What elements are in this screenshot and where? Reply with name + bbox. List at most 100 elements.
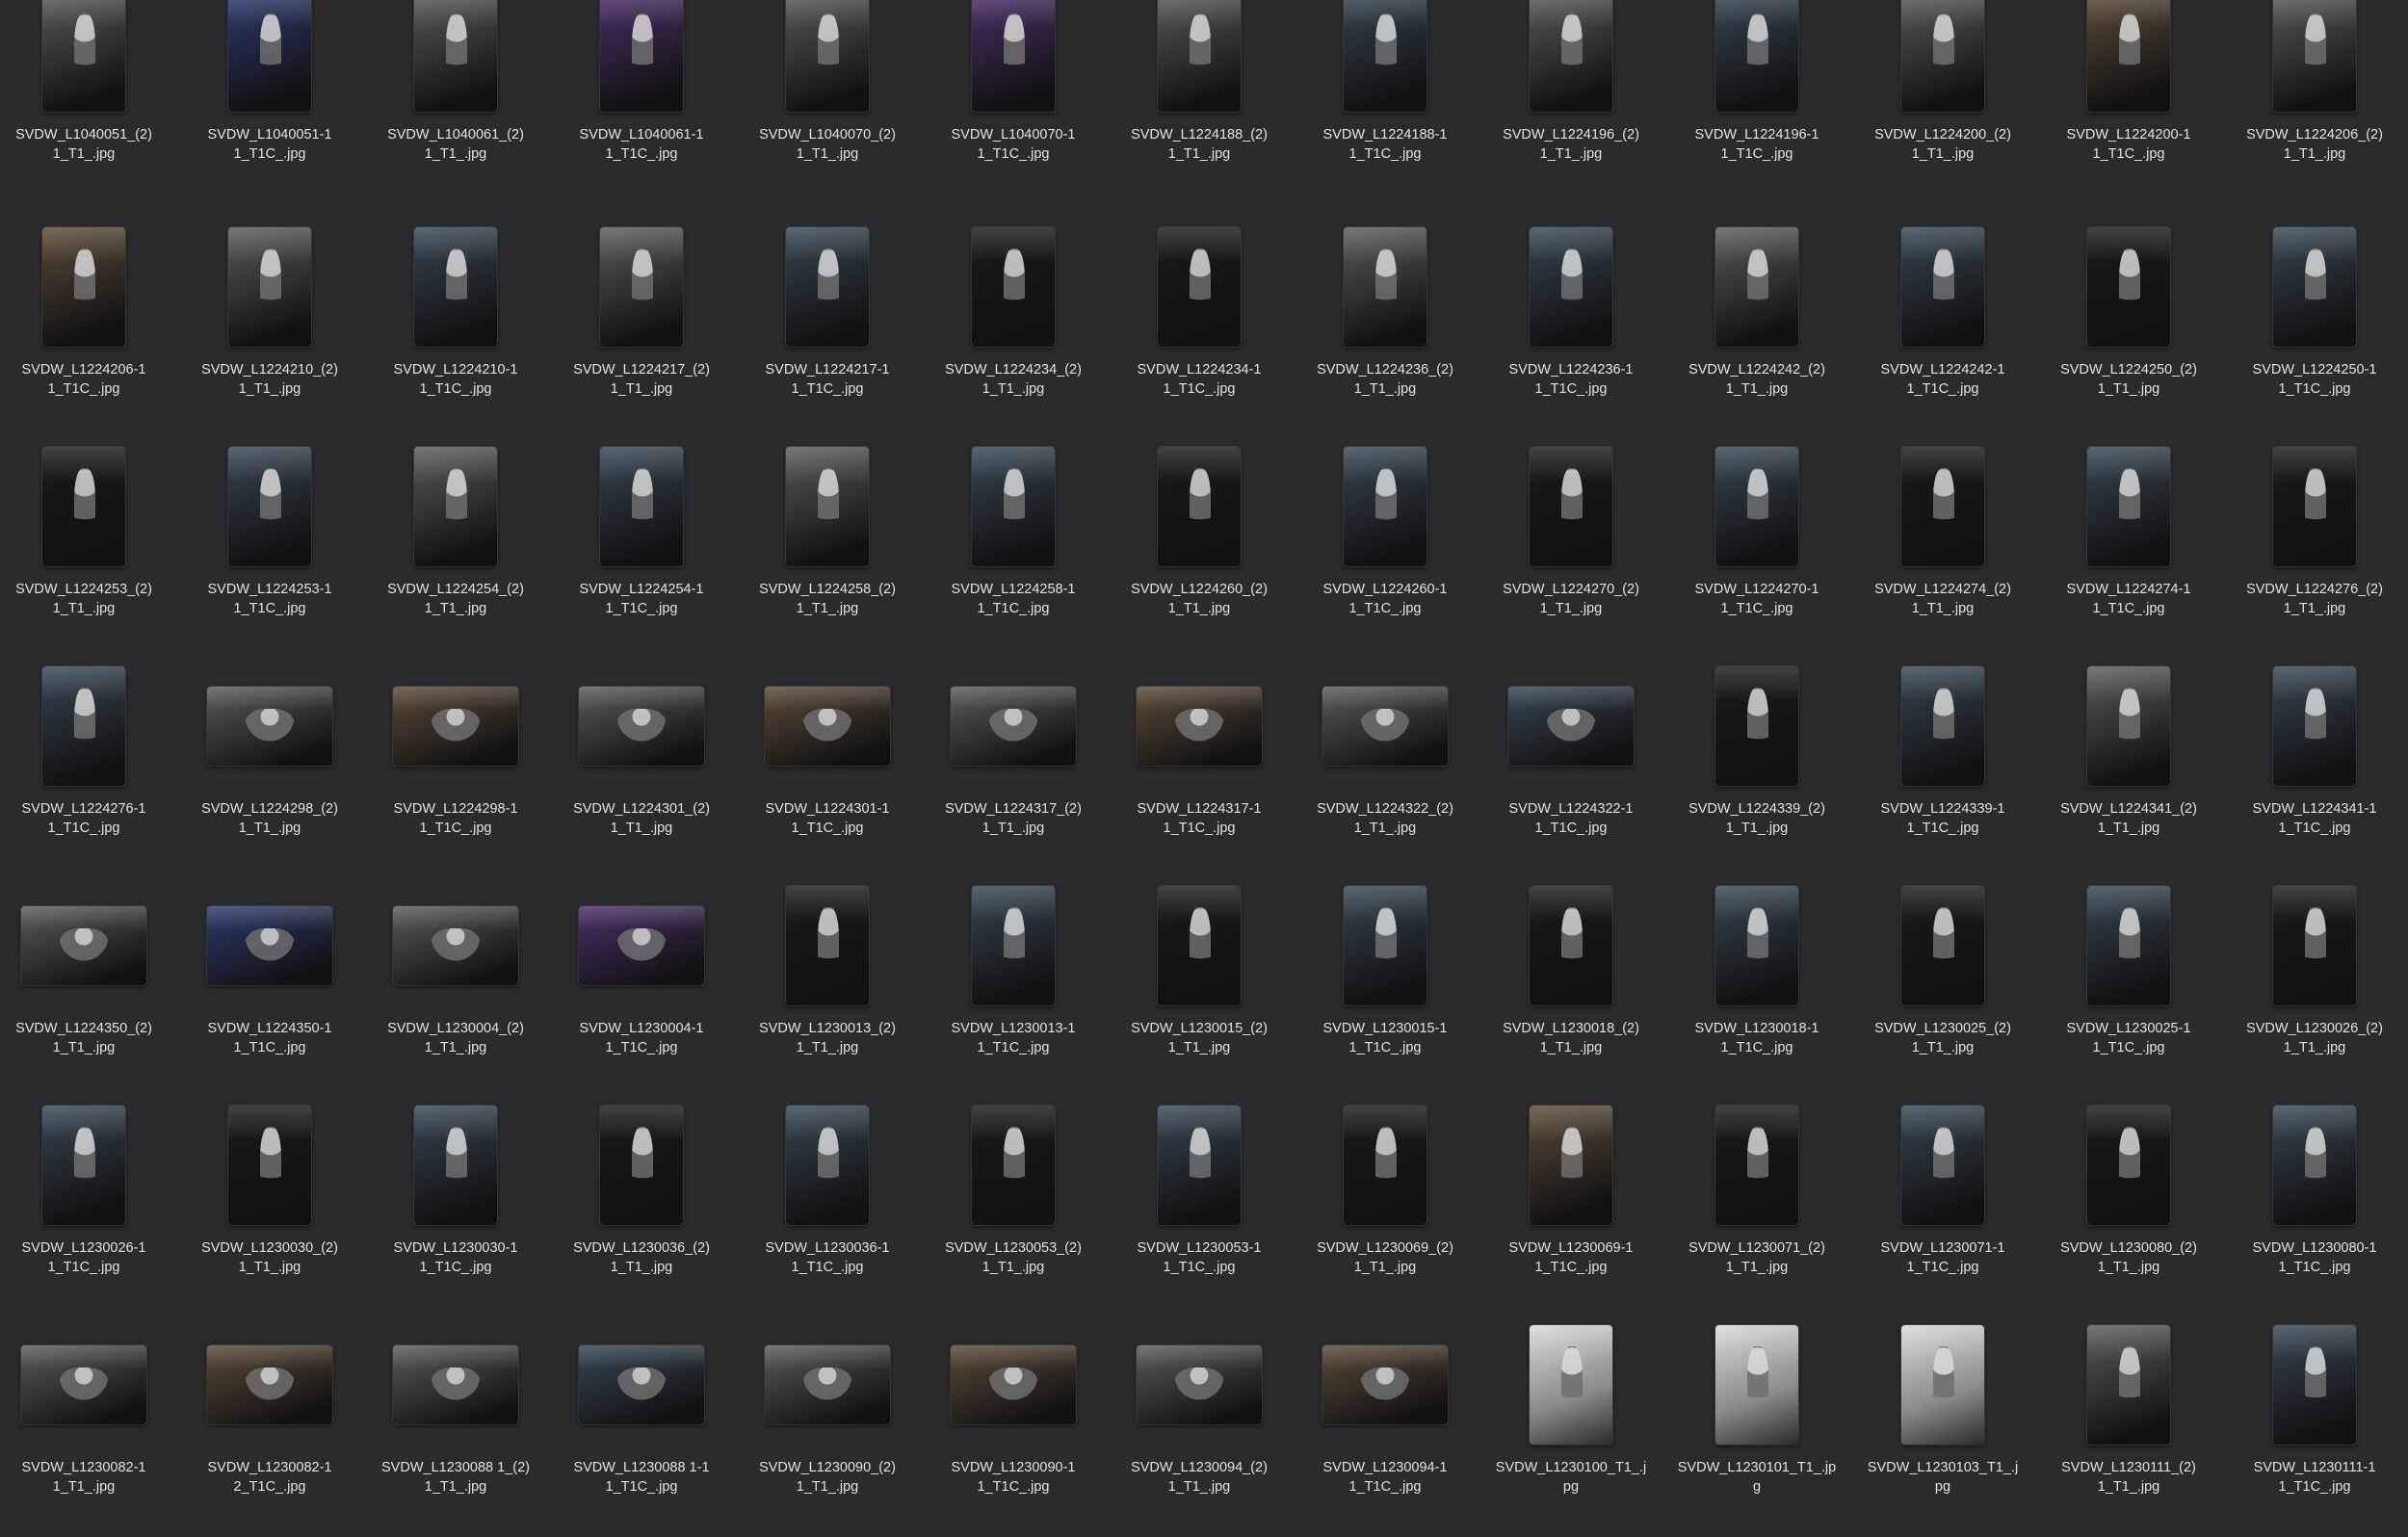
file-item[interactable]: SVDW_L1224276-1 1_T1C_.jpg <box>0 659 173 878</box>
file-thumbnail[interactable] <box>2087 1325 2170 1445</box>
file-thumbnail[interactable] <box>414 447 497 566</box>
file-thumbnail[interactable] <box>2087 227 2170 347</box>
file-thumbnail[interactable] <box>951 1345 1076 1424</box>
file-thumbnail[interactable] <box>786 1106 869 1225</box>
file-thumbnail[interactable] <box>393 687 518 766</box>
file-thumbnail[interactable] <box>2087 666 2170 786</box>
file-thumbnail[interactable] <box>600 227 683 347</box>
file-item[interactable]: SVDW_L1230088 1_(2) 1_T1_.jpg <box>366 1317 545 1537</box>
file-item[interactable]: SVDW_L1224253_(2) 1_T1_.jpg <box>0 439 173 659</box>
file-thumbnail[interactable] <box>393 1345 518 1424</box>
file-item[interactable]: SVDW_L1230015-1 1_T1C_.jpg <box>1296 878 1475 1098</box>
file-thumbnail[interactable] <box>42 447 125 566</box>
file-thumbnail[interactable] <box>228 0 311 112</box>
file-thumbnail[interactable] <box>1137 687 1262 766</box>
file-thumbnail[interactable] <box>1901 0 1984 112</box>
file-thumbnail[interactable] <box>2087 0 2170 112</box>
file-thumbnail[interactable] <box>2273 447 2356 566</box>
file-item[interactable]: SVDW_L1224210_(2) 1_T1_.jpg <box>180 220 359 439</box>
file-item[interactable]: SVDW_L1224270-1 1_T1C_.jpg <box>1667 439 1846 659</box>
file-item[interactable]: SVDW_L1224254-1 1_T1C_.jpg <box>552 439 731 659</box>
file-thumbnail[interactable] <box>2273 0 2356 112</box>
file-item[interactable]: SVDW_L1224341-1 1_T1C_.jpg <box>2225 659 2404 878</box>
file-item[interactable]: SVDW_L1230004-1 1_T1C_.jpg <box>552 878 731 1098</box>
file-item[interactable]: SVDW_L1230100_T1_.j pg <box>1481 1317 1661 1537</box>
file-thumbnail[interactable] <box>2087 1106 2170 1225</box>
file-thumbnail[interactable] <box>1158 447 1241 566</box>
file-thumbnail[interactable] <box>2273 1106 2356 1225</box>
file-thumbnail[interactable] <box>1344 0 1426 112</box>
file-thumbnail[interactable] <box>1530 227 1612 347</box>
file-thumbnail[interactable] <box>414 0 497 112</box>
file-item[interactable]: SVDW_L1040051-1 1_T1C_.jpg <box>180 0 359 204</box>
file-thumbnail[interactable] <box>207 1345 332 1424</box>
file-item[interactable]: SVDW_L1040051_(2) 1_T1_.jpg <box>0 0 173 204</box>
file-thumbnail[interactable] <box>972 227 1055 347</box>
file-item[interactable]: SVDW_L1224339-1 1_T1C_.jpg <box>1853 659 2032 878</box>
file-thumbnail[interactable] <box>21 906 146 985</box>
file-item[interactable]: SVDW_L1230111-1 1_T1C_.jpg <box>2225 1317 2404 1537</box>
file-thumbnail[interactable] <box>42 227 125 347</box>
file-item[interactable]: SVDW_L1224317-1 1_T1C_.jpg <box>1110 659 1289 878</box>
file-thumbnail[interactable] <box>42 0 125 112</box>
file-thumbnail[interactable] <box>1715 1325 1798 1445</box>
file-item[interactable]: SVDW_L1230013_(2) 1_T1_.jpg <box>738 878 917 1098</box>
file-thumbnail[interactable] <box>1715 886 1798 1005</box>
file-item[interactable]: SVDW_L1040070-1 1_T1C_.jpg <box>924 0 1103 204</box>
file-thumbnail[interactable] <box>600 1106 683 1225</box>
file-item[interactable]: SVDW_L1230025-1 1_T1C_.jpg <box>2039 878 2218 1098</box>
file-thumbnail[interactable] <box>1530 0 1612 112</box>
file-item[interactable]: SVDW_L1224317_(2) 1_T1_.jpg <box>924 659 1103 878</box>
file-item[interactable]: SVDW_L1224188-1 1_T1C_.jpg <box>1296 0 1475 204</box>
file-thumbnail[interactable] <box>786 227 869 347</box>
file-thumbnail[interactable] <box>1901 666 1984 786</box>
file-item[interactable]: SVDW_L1224270_(2) 1_T1_.jpg <box>1481 439 1661 659</box>
file-item[interactable]: SVDW_L1224322-1 1_T1C_.jpg <box>1481 659 1661 878</box>
file-item[interactable]: SVDW_L1224260_(2) 1_T1_.jpg <box>1110 439 1289 659</box>
file-item[interactable]: SVDW_L1224188_(2) 1_T1_.jpg <box>1110 0 1289 204</box>
file-item[interactable]: SVDW_L1230069_(2) 1_T1_.jpg <box>1296 1098 1475 1317</box>
file-thumbnail[interactable] <box>972 886 1055 1005</box>
file-thumbnail[interactable] <box>1901 447 1984 566</box>
file-thumbnail[interactable] <box>972 1106 1055 1225</box>
file-thumbnail[interactable] <box>1715 227 1798 347</box>
file-item[interactable]: SVDW_L1040061-1 1_T1C_.jpg <box>552 0 731 204</box>
file-item[interactable]: SVDW_L1230025_(2) 1_T1_.jpg <box>1853 878 2032 1098</box>
file-thumbnail[interactable] <box>600 0 683 112</box>
file-item[interactable]: SVDW_L1224274-1 1_T1C_.jpg <box>2039 439 2218 659</box>
file-thumbnail[interactable] <box>2273 666 2356 786</box>
file-thumbnail[interactable] <box>972 0 1055 112</box>
file-item[interactable]: SVDW_L1224301_(2) 1_T1_.jpg <box>552 659 731 878</box>
file-thumbnail[interactable] <box>2273 886 2356 1005</box>
file-item[interactable]: SVDW_L1230111_(2) 1_T1_.jpg <box>2039 1317 2218 1537</box>
file-thumbnail[interactable] <box>1901 886 1984 1005</box>
file-thumbnail[interactable] <box>1344 886 1426 1005</box>
file-thumbnail[interactable] <box>414 1106 497 1225</box>
file-item[interactable]: SVDW_L1040070_(2) 1_T1_.jpg <box>738 0 917 204</box>
file-thumbnail[interactable] <box>1322 1345 1448 1424</box>
file-item[interactable]: SVDW_L1230071_(2) 1_T1_.jpg <box>1667 1098 1846 1317</box>
file-item[interactable]: SVDW_L1224236_(2) 1_T1_.jpg <box>1296 220 1475 439</box>
file-thumbnail[interactable] <box>414 227 497 347</box>
file-thumbnail[interactable] <box>972 447 1055 566</box>
file-thumbnail[interactable] <box>2087 447 2170 566</box>
file-thumbnail[interactable] <box>600 447 683 566</box>
file-thumbnail[interactable] <box>579 687 704 766</box>
file-item[interactable]: SVDW_L1230053-1 1_T1C_.jpg <box>1110 1098 1289 1317</box>
file-item[interactable]: SVDW_L1224258-1 1_T1C_.jpg <box>924 439 1103 659</box>
file-item[interactable]: SVDW_L1224322_(2) 1_T1_.jpg <box>1296 659 1475 878</box>
file-item[interactable]: SVDW_L1224341_(2) 1_T1_.jpg <box>2039 659 2218 878</box>
file-item[interactable]: SVDW_L1230026-1 1_T1C_.jpg <box>0 1098 173 1317</box>
file-item[interactable]: SVDW_L1230094_(2) 1_T1_.jpg <box>1110 1317 1289 1537</box>
file-thumbnail[interactable] <box>1715 1106 1798 1225</box>
file-item[interactable]: SVDW_L1230103_T1_.j pg <box>1853 1317 2032 1537</box>
file-thumbnail[interactable] <box>1530 886 1612 1005</box>
file-item[interactable]: SVDW_L1230090-1 1_T1C_.jpg <box>924 1317 1103 1537</box>
file-thumbnail[interactable] <box>1715 0 1798 112</box>
file-item[interactable]: SVDW_L1230004_(2) 1_T1_.jpg <box>366 878 545 1098</box>
file-item[interactable]: SVDW_L1230026_(2) 1_T1_.jpg <box>2225 878 2404 1098</box>
file-thumbnail[interactable] <box>1530 447 1612 566</box>
file-thumbnail[interactable] <box>2273 1325 2356 1445</box>
file-thumbnail[interactable] <box>1158 0 1241 112</box>
file-item[interactable]: SVDW_L1230018_(2) 1_T1_.jpg <box>1481 878 1661 1098</box>
